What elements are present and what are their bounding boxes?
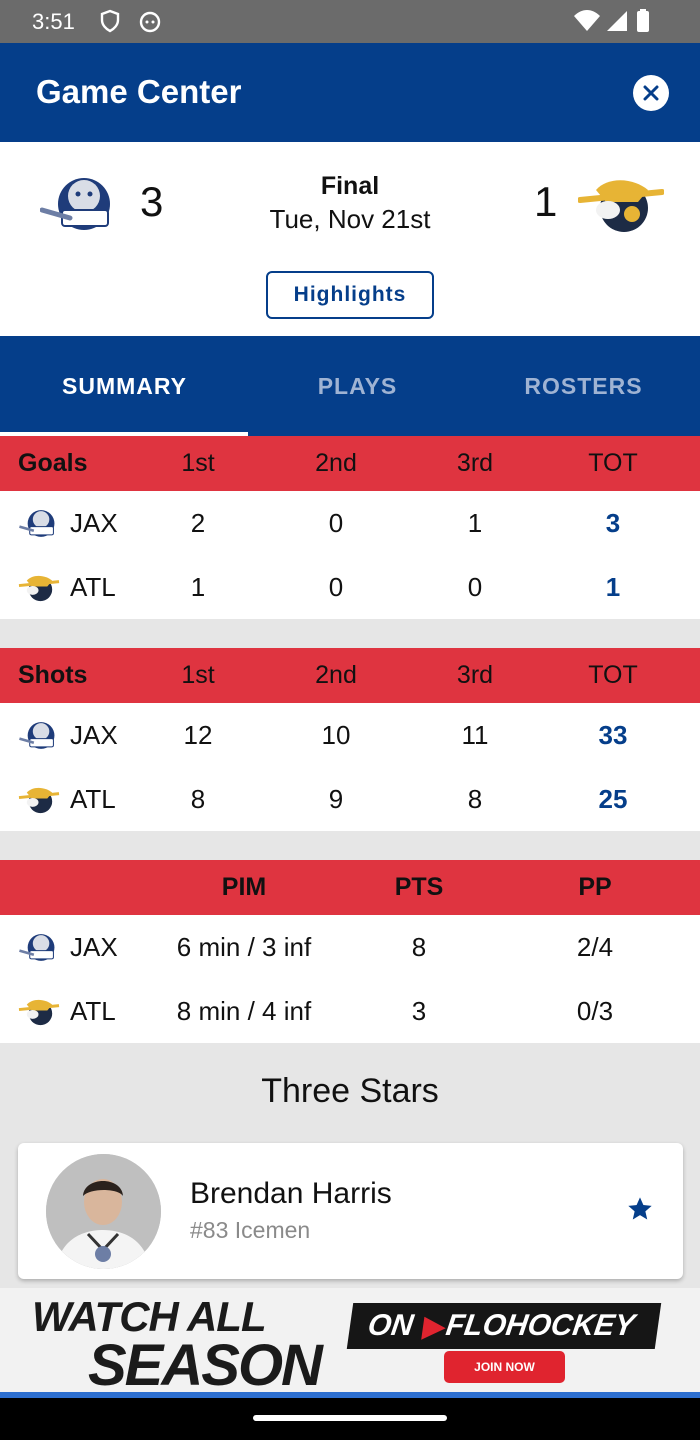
shots-table: Shots 1st 2nd 3rd TOT JAX 12 10 11 33 AT…: [0, 648, 700, 831]
cell-1st: 1: [190, 571, 206, 602]
cell-3rd: 1: [467, 507, 483, 538]
player-name: Brendan Harris: [190, 1177, 392, 1210]
table-row: JAX 12 10 11 33: [0, 703, 700, 767]
ad-brand-badge: ON ▶ FLOHOCKEY: [346, 1303, 662, 1349]
icemen-logo-icon: [19, 934, 55, 961]
avatar: [46, 1154, 161, 1269]
header-tot: TOT: [588, 661, 638, 689]
cat-icon: [139, 11, 161, 33]
table-row: ATL 1 0 0 1: [0, 555, 700, 619]
cell-pim: 6 min / 3 inf: [176, 931, 312, 962]
team-cell: JAX: [18, 915, 118, 979]
tab-rosters[interactable]: ROSTERS: [467, 336, 700, 436]
wifi-icon: [574, 10, 600, 31]
team-cell: JAX: [18, 491, 118, 555]
cell-3rd: 11: [461, 719, 489, 750]
goals-label: Goals: [18, 449, 88, 477]
cell-pp: 2/4: [576, 931, 614, 962]
score-header: 3 Final Tue, Nov 21st 1 Highlights: [0, 142, 700, 336]
team-abbr: ATL: [70, 783, 116, 814]
cell-1st: 2: [190, 507, 206, 538]
icemen-logo-icon: [19, 722, 55, 749]
tab-plays[interactable]: PLAYS: [241, 336, 474, 436]
cell-pts: 3: [411, 995, 427, 1026]
cell-3rd: 8: [467, 783, 483, 814]
ad-brand-text: FLOHOCKEY: [443, 1309, 637, 1342]
header-2nd: 2nd: [315, 449, 357, 477]
gladiators-logo-icon: [18, 787, 60, 814]
team-abbr: JAX: [70, 719, 118, 750]
cell-1st: 12: [183, 719, 213, 750]
ad-banner[interactable]: WATCH ALL SEASON ON ▶ FLOHOCKEY JOIN NOW: [0, 1288, 700, 1398]
close-icon: [643, 85, 659, 101]
table-row: ATL 8 9 8 25: [0, 767, 700, 831]
star-player-card[interactable]: Brendan Harris #83 Icemen: [18, 1143, 683, 1279]
team-cell: ATL: [18, 555, 116, 619]
status-bar: 3:51: [0, 0, 700, 43]
page-title: Game Center: [36, 73, 242, 110]
join-now-button[interactable]: JOIN NOW: [444, 1351, 565, 1383]
cell-2nd: 10: [321, 719, 351, 750]
cell-tot: 33: [598, 719, 628, 750]
header-1st: 1st: [181, 449, 215, 477]
penalty-stats-table: PIM PTS PP JAX 6 min / 3 inf 8 2/4 ATL 8…: [0, 860, 700, 1043]
header-3rd: 3rd: [456, 661, 494, 689]
app-bar: Game Center: [0, 43, 700, 142]
cell-pts: 8: [411, 931, 427, 962]
status-time: 3:51: [32, 9, 75, 34]
cell-2nd: 0: [328, 571, 344, 602]
battery-icon: [637, 9, 649, 32]
header-1st: 1st: [181, 661, 215, 689]
highlights-button[interactable]: Highlights: [266, 271, 434, 319]
close-button[interactable]: [633, 75, 669, 111]
team-abbr: ATL: [70, 995, 116, 1026]
table-row: JAX 2 0 1 3: [0, 491, 700, 555]
cell-tot: 1: [605, 571, 621, 602]
cell-2nd: 9: [328, 783, 344, 814]
team-abbr: JAX: [70, 931, 118, 962]
cell-tot: 3: [605, 507, 621, 538]
away-score: 1: [534, 178, 558, 225]
gladiators-logo-icon: [578, 180, 664, 232]
star-icon: [628, 1197, 652, 1220]
table-row: JAX 6 min / 3 inf 8 2/4: [0, 915, 700, 979]
table-header: Shots 1st 2nd 3rd TOT: [0, 648, 700, 703]
player-detail: #83 Icemen: [190, 1217, 311, 1243]
cell-pim: 8 min / 4 inf: [176, 995, 312, 1026]
header-2nd: 2nd: [315, 661, 357, 689]
cell-1st: 8: [190, 783, 206, 814]
team-cell: ATL: [18, 767, 116, 831]
header-pts: PTS: [394, 873, 444, 901]
team-abbr: ATL: [70, 571, 116, 602]
header-3rd: 3rd: [456, 449, 494, 477]
cell-tot: 25: [598, 783, 628, 814]
gladiators-logo-icon: [18, 575, 60, 602]
icemen-logo-icon: [19, 510, 55, 537]
three-stars-title: Three Stars: [261, 1072, 439, 1110]
table-header: PIM PTS PP: [0, 860, 700, 915]
team-abbr: JAX: [70, 507, 118, 538]
goals-table: Goals 1st 2nd 3rd TOT JAX 2 0 1 3 ATL 1 …: [0, 436, 700, 619]
header-pp: PP: [578, 873, 612, 901]
signal-icon: [607, 11, 627, 31]
table-header: Goals 1st 2nd 3rd TOT: [0, 436, 700, 491]
header-pim: PIM: [221, 873, 267, 901]
cell-3rd: 0: [467, 571, 483, 602]
table-row: ATL 8 min / 4 inf 3 0/3: [0, 979, 700, 1043]
team-cell: ATL: [18, 979, 116, 1043]
ad-headline-2: SEASON: [88, 1333, 323, 1398]
header-tot: TOT: [588, 449, 638, 477]
gladiators-logo-icon: [18, 999, 60, 1026]
shield-icon: [100, 9, 120, 33]
ad-on-text: ON: [365, 1309, 416, 1342]
team-cell: JAX: [18, 703, 118, 767]
cell-pp: 0/3: [576, 995, 614, 1026]
home-gesture-handle[interactable]: [253, 1415, 447, 1421]
player-photo-icon: [46, 1154, 161, 1269]
shots-label: Shots: [18, 661, 88, 689]
tab-bar: SUMMARY PLAYS ROSTERS: [0, 336, 700, 436]
tab-summary[interactable]: SUMMARY: [8, 336, 241, 436]
system-nav-bar: [0, 1398, 700, 1440]
cell-2nd: 0: [328, 507, 344, 538]
